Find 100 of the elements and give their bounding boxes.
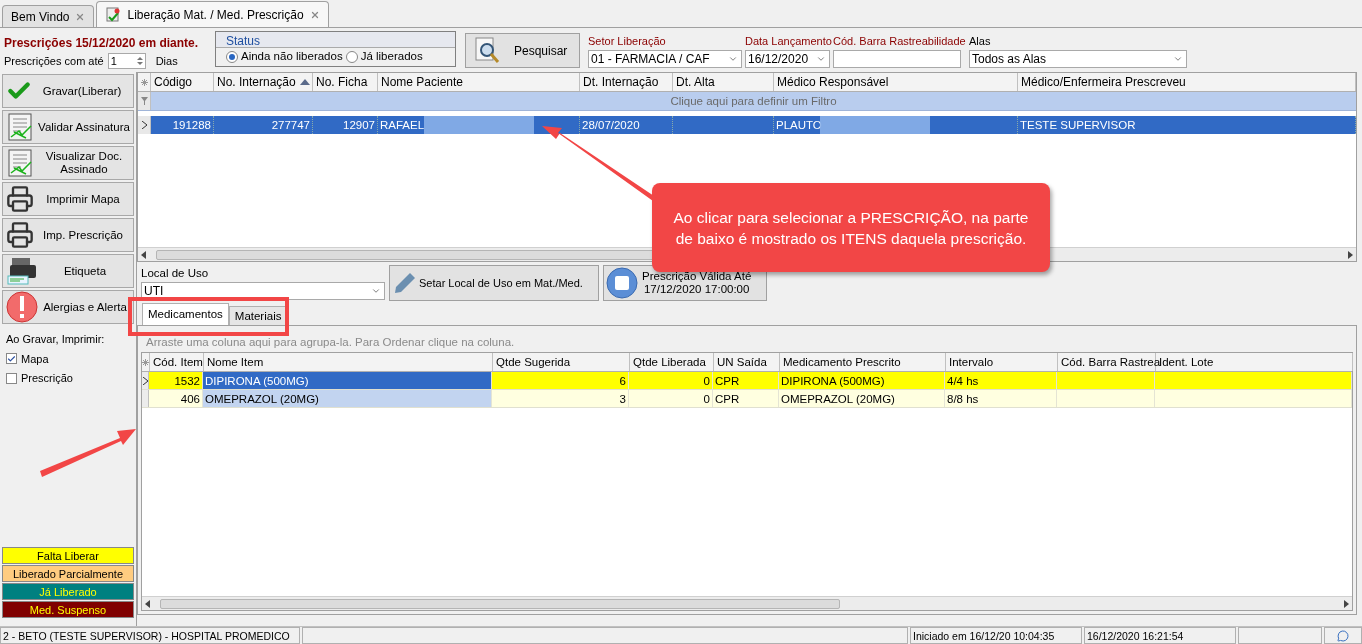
column-header[interactable]: Médico/Enfermeira Prescreveu: [1018, 73, 1356, 91]
filter-dropdown[interactable]: 01 - FARMACIA / CAF: [588, 49, 742, 68]
close-icon[interactable]: [75, 11, 86, 22]
column-header[interactable]: Dt. Alta: [673, 73, 774, 91]
column-header[interactable]: Qtde Liberada: [630, 353, 714, 371]
table-cell: 28/07/2020: [580, 116, 673, 134]
date-range-title: Prescrições 15/12/2020 em diante.: [4, 35, 200, 52]
chat-icon[interactable]: [1337, 629, 1349, 642]
checkbox-label: Prescrição: [21, 371, 73, 386]
table-cell: 6: [492, 372, 629, 389]
search-icon: [474, 36, 500, 65]
filter-icon: [140, 97, 148, 105]
table-cell: 191288: [151, 116, 214, 134]
local-de-uso-dropdown[interactable]: UTI: [141, 282, 385, 301]
legend-item: Med. Suspenso: [2, 601, 134, 618]
table-cell: CPR: [713, 390, 779, 407]
column-header[interactable]: Medicamento Prescrito: [780, 353, 946, 371]
asterisk-icon: [140, 79, 148, 87]
status-option-label: Ainda não liberados: [241, 49, 343, 65]
days-spin-field[interactable]: 1: [107, 53, 146, 70]
column-header[interactable]: No. Internação: [214, 73, 313, 91]
printer-icon: [6, 221, 34, 249]
table-cell: OMEPRAZOL (20MG): [779, 390, 945, 407]
column-header[interactable]: Qtde Sugerida: [493, 353, 630, 371]
table-cell: TESTE SUPERVISOR: [1018, 116, 1356, 134]
status-title: Status: [216, 32, 455, 48]
column-header[interactable]: Código: [151, 73, 214, 91]
item-tab[interactable]: Materiais: [228, 306, 288, 325]
sidebar-action-button[interactable]: Imp. Prescrição: [2, 218, 134, 252]
table-cell: RAFAEL: [378, 116, 580, 134]
checkbox-label: Mapa: [21, 351, 49, 367]
group-by-hint: Arraste uma coluna aqui para agrupa-la. Para Ordenar clique na coluna.: [145, 335, 516, 350]
table-cell: CPR: [713, 372, 779, 389]
table-cell: OMEPRAZOL (20MG): [203, 390, 492, 407]
filter-dropdown[interactable]: Todos as Alas: [969, 49, 1187, 68]
item-row[interactable]: 1532 DIPIRONA (500MG) 6 0 CPR DIPIRONA (500MG) 4/4 hs: [142, 372, 1352, 390]
status-bar-field: Iniciado em 16/12/20 10:04:35: [910, 627, 1082, 644]
print-options-title: Ao Gravar, Imprimir:: [5, 332, 106, 347]
item-tab[interactable]: Medicamentos: [142, 303, 229, 325]
item-row[interactable]: 406 OMEPRAZOL (20MG) 3 0 CPR OMEPRAZOL (20MG) 8/8 hs: [142, 390, 1352, 408]
table-cell: DIPIRONA (500MG): [779, 372, 945, 389]
callout-tooltip: Ao clicar para selecionar a PRESCRIÇÃO, na parte de baixo é mostrado os ITENS daquela prescrição.: [652, 183, 1050, 272]
sidebar-action-button[interactable]: Imprimir Mapa: [2, 182, 134, 216]
alert-icon: [6, 291, 38, 323]
local-de-uso-label: Local de Uso: [141, 266, 210, 281]
prescription-row[interactable]: 191288 277747 12907 RAFAEL 28/07/2020 PLAUTO TESTE SUPERVISOR: [138, 116, 1356, 134]
status-radio[interactable]: [345, 51, 358, 63]
status-bar-field: 2 - BETO (TESTE SUPERVISOR) - HOSPITAL PROMEDICO: [0, 627, 300, 644]
horizontal-scrollbar[interactable]: [142, 596, 1352, 610]
legend-item: Liberado Parcialmente: [2, 565, 134, 582]
sidebar-action-button[interactable]: Validar Assinatura: [2, 110, 134, 144]
table-cell: 8/8 hs: [945, 390, 1057, 407]
column-header[interactable]: Intervalo: [946, 353, 1058, 371]
validity-title: Prescrição Válida Até: [642, 270, 752, 283]
table-cell: 12907: [313, 116, 378, 134]
column-header[interactable]: Dt. Internação: [580, 73, 673, 91]
table-cell: 277747: [214, 116, 313, 134]
document-tab[interactable]: Liberação Mat. / Med. Prescrição: [96, 1, 329, 27]
filter-label: Alas: [969, 34, 992, 49]
table-cell: 4/4 hs: [945, 372, 1057, 389]
label-printer-icon: [6, 256, 38, 286]
current-row-icon: [142, 376, 148, 385]
current-row-icon: [141, 121, 147, 129]
printer-icon: [6, 185, 34, 213]
table-cell: DIPIRONA (500MG): [203, 372, 492, 389]
days-unit: Dias: [154, 54, 178, 69]
filter-label: Setor Liberação: [588, 34, 667, 49]
legend-item: Já Liberado: [2, 583, 134, 600]
column-header[interactable]: Médico Responsável: [774, 73, 1018, 91]
column-header[interactable]: UN Saída: [714, 353, 780, 371]
sidebar-action-button[interactable]: Alergias e Alerta: [2, 290, 134, 324]
status-radio[interactable]: [226, 51, 238, 63]
validity-value: 17/12/2020 17:00:00: [643, 283, 750, 296]
set-location-button[interactable]: Setar Local de Uso em Mat./Med.: [389, 265, 599, 301]
legend-item: Falta Liberar: [2, 547, 134, 564]
filter-label: Data Lançamento: [745, 34, 830, 49]
filter-dropdown[interactable]: 16/12/2020: [745, 49, 830, 68]
days-label: Prescrições com até: [4, 54, 104, 69]
checkbox[interactable]: [6, 372, 17, 384]
close-icon[interactable]: [309, 9, 320, 20]
document-tab-icon: [105, 6, 122, 23]
table-cell: 0: [629, 390, 713, 407]
filter-input-field[interactable]: [833, 49, 961, 68]
column-header[interactable]: Nome Paciente: [378, 73, 580, 91]
checkbox[interactable]: [6, 353, 17, 365]
status-bar-field: 16/12/2020 16:21:54: [1084, 627, 1236, 644]
calendar-icon: [606, 267, 638, 299]
table-cell: 3: [492, 390, 629, 407]
status-option-label: Já liberados: [360, 49, 423, 65]
pencil-icon: [395, 273, 415, 293]
column-header[interactable]: No. Ficha: [313, 73, 378, 91]
document-tab[interactable]: Bem Vindo: [2, 5, 95, 27]
search-button[interactable]: Pesquisar: [465, 33, 580, 68]
sidebar-action-button[interactable]: Gravar(Liberar): [2, 74, 134, 108]
column-header[interactable]: Cód. Item: [150, 353, 204, 371]
table-cell: PLAUTO: [774, 116, 1018, 134]
table-cell: 0: [629, 372, 713, 389]
column-header[interactable]: Nome Item: [204, 353, 493, 371]
sidebar-action-button[interactable]: Visualizar Doc. Assinado: [2, 146, 134, 180]
sidebar-action-button[interactable]: Etiqueta: [2, 254, 134, 288]
